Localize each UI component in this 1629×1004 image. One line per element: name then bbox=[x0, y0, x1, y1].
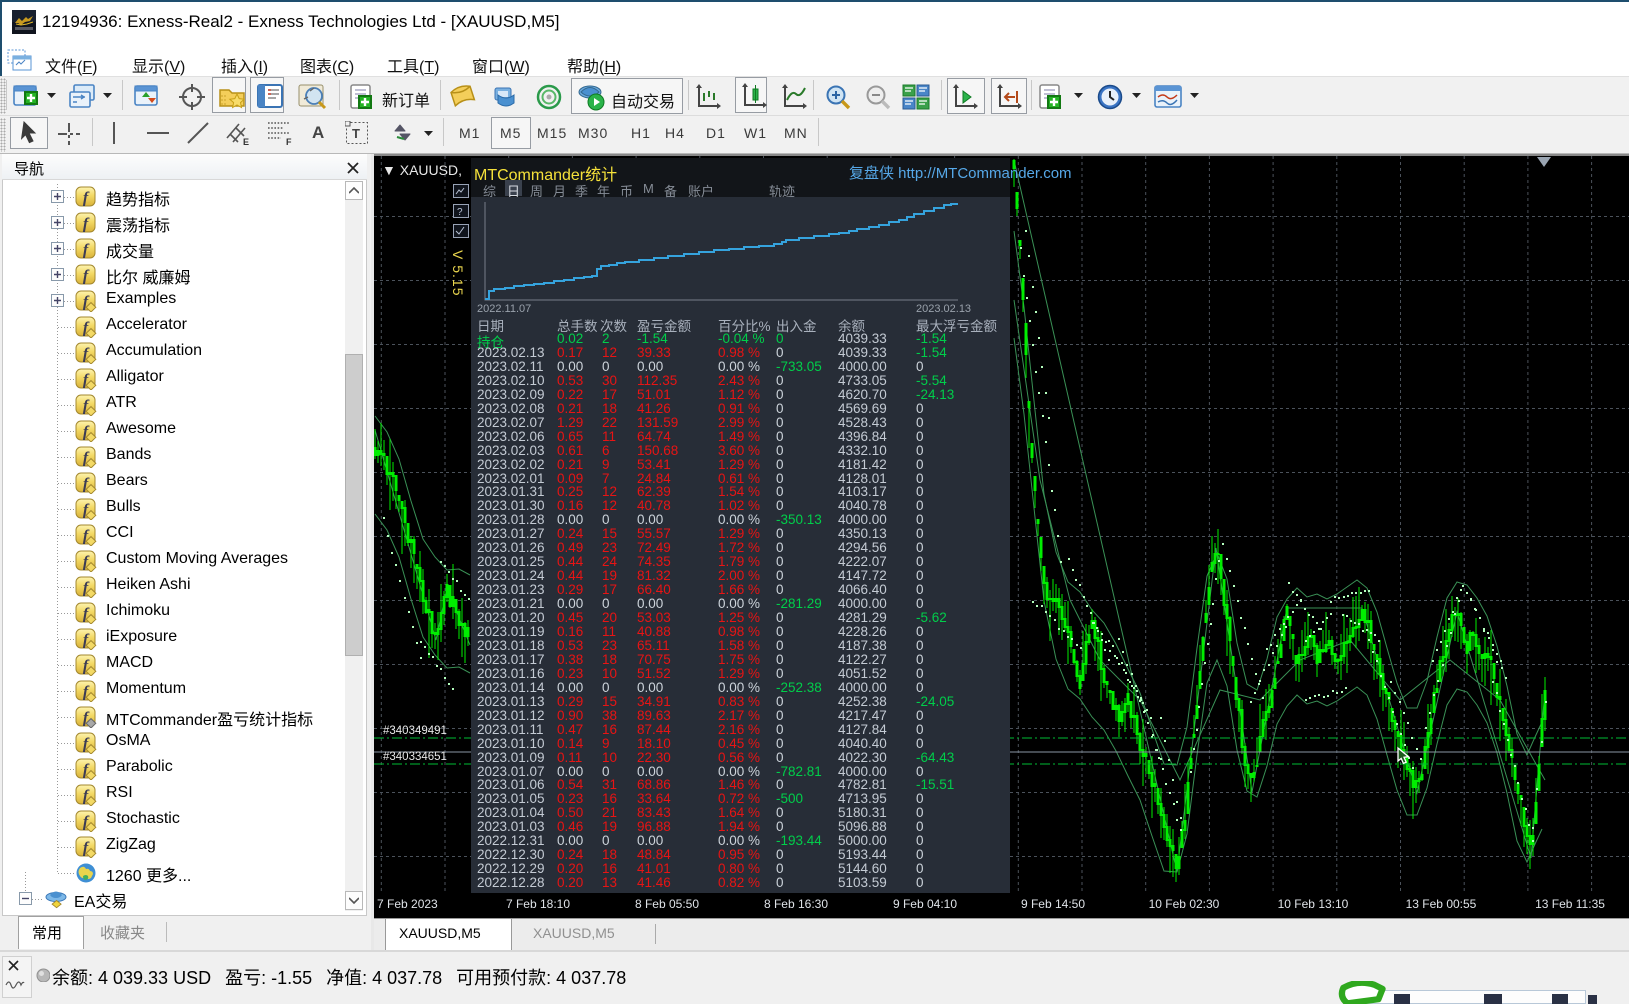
svg-text:T: T bbox=[352, 126, 360, 141]
svg-text:?: ? bbox=[457, 207, 463, 218]
svg-text:#340334651: #340334651 bbox=[383, 751, 447, 763]
svg-text:F: F bbox=[286, 137, 292, 146]
svg-text:E: E bbox=[243, 137, 249, 146]
svg-text:#340349491: #340349491 bbox=[383, 725, 447, 737]
